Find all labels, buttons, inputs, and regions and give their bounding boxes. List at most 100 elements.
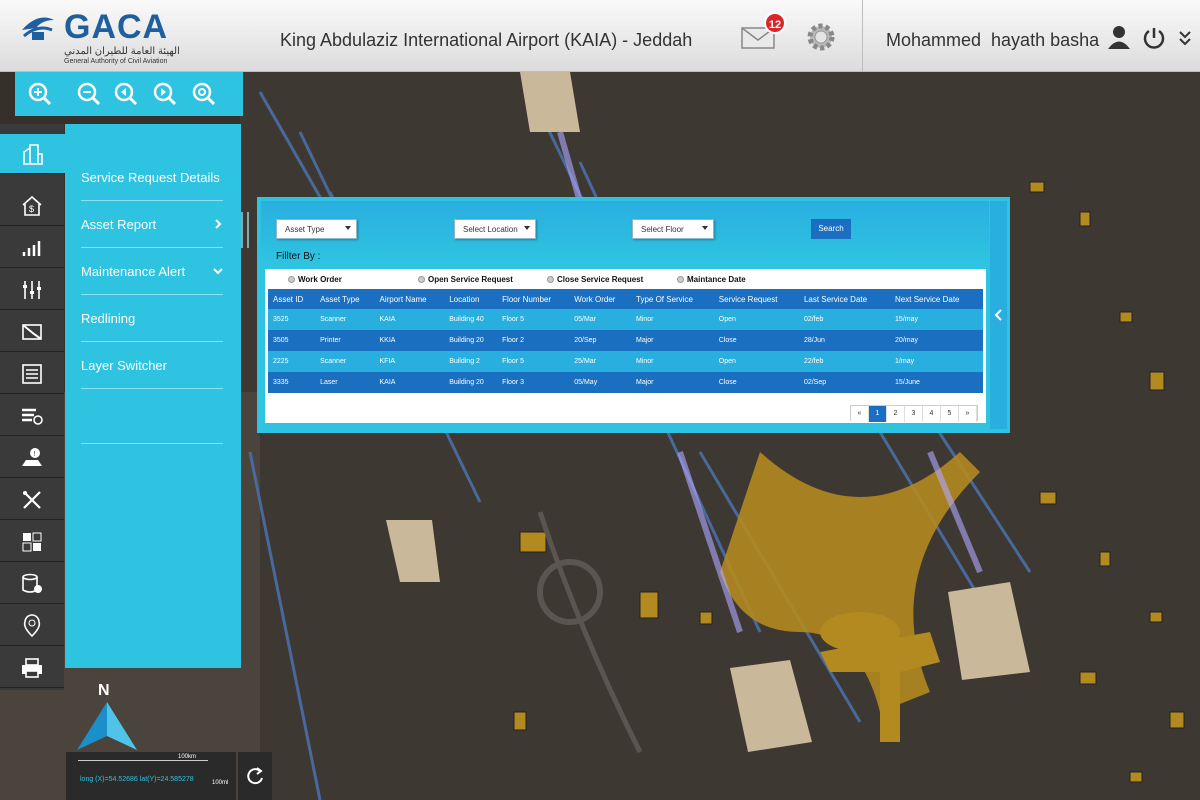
column-header[interactable]: Service Request <box>713 289 799 309</box>
table-cell: KAIA <box>374 372 445 393</box>
page-button-2[interactable]: 2 <box>887 406 905 422</box>
page-button-1[interactable]: 1 <box>869 406 887 422</box>
left-tool-rail: $ ! <box>0 124 66 690</box>
filter-by-label: Fillter By : <box>276 251 321 262</box>
table-cell: Minor <box>631 351 714 372</box>
chart-button[interactable] <box>0 228 64 268</box>
table-cell: 05/Mar <box>569 309 631 330</box>
menu-item-asset-report[interactable]: Asset Report <box>81 202 223 248</box>
radio-close-service-request[interactable]: Close Service Request <box>547 275 643 284</box>
buildings-button[interactable] <box>0 134 66 174</box>
radio-open-service-request[interactable]: Open Service Request <box>418 275 513 284</box>
radio-dot <box>288 276 295 283</box>
user-icon[interactable] <box>1106 24 1132 50</box>
report-button[interactable] <box>0 354 64 394</box>
column-header[interactable]: Last Service Date <box>798 289 891 309</box>
svg-text:!: ! <box>34 451 36 458</box>
menu-item-service-request-details[interactable]: Service Request Details <box>81 155 223 201</box>
menu-item-label: Redlining <box>81 311 136 326</box>
table-cell: KFIA <box>374 351 445 372</box>
svg-text:$: $ <box>29 204 34 214</box>
table-cell: Laser <box>315 372 375 393</box>
column-header[interactable]: Airport Name <box>374 289 445 309</box>
print-button[interactable] <box>0 648 64 688</box>
menu-item-redlining[interactable]: Redlining <box>81 296 223 342</box>
results-table-box: Work Order Open Service Request Close Se… <box>265 269 986 423</box>
page-button-5[interactable]: 5 <box>941 406 959 422</box>
database-button[interactable] <box>0 564 64 604</box>
report-icon <box>22 363 42 384</box>
floor-select[interactable]: Select Floor <box>632 219 714 239</box>
location-pin-icon <box>23 613 41 637</box>
asset-icon: $ <box>22 195 42 216</box>
table-cell: 3525 <box>268 309 316 330</box>
sliders-button[interactable] <box>0 270 64 310</box>
column-header[interactable]: Next Service Date <box>890 289 983 309</box>
table-cell: Open <box>713 309 799 330</box>
table-cell: 2225 <box>268 351 316 372</box>
table-cell: 1/may <box>890 351 983 372</box>
table-row[interactable]: 3525 Scanner KAIA Building 40 Floor 5 05… <box>268 309 983 330</box>
radio-maintance-date[interactable]: Maintance Date <box>677 275 746 284</box>
menu-item-empty <box>81 398 223 444</box>
gear-icon[interactable] <box>804 20 838 54</box>
panel-collapse-button[interactable] <box>990 201 1007 429</box>
caret-down-icon <box>345 226 351 230</box>
asset-button[interactable]: $ <box>0 186 64 226</box>
table-header-row: Asset ID Asset Type Airport Name Locatio… <box>268 289 983 309</box>
menu-item-label: Maintenance Alert <box>81 264 186 279</box>
table-cell: 20/Sep <box>569 330 631 351</box>
page-button-3[interactable]: 3 <box>905 406 923 422</box>
table-row[interactable]: 2225 Scanner KFIA Building 2 Floor 5 25/… <box>268 351 983 372</box>
table-cell: Scanner <box>315 351 375 372</box>
refresh-button[interactable] <box>238 752 272 800</box>
database-icon <box>22 573 42 593</box>
table-cell: 02/feb <box>798 309 891 330</box>
menu-resize-handle[interactable] <box>241 212 249 248</box>
asset-type-select[interactable]: Asset Type <box>276 219 357 239</box>
sliders-icon <box>23 280 41 299</box>
grid-button[interactable] <box>0 522 64 562</box>
menu-item-label: Layer Switcher <box>81 358 167 373</box>
pan-back-icon[interactable] <box>113 81 139 107</box>
page-prev-button[interactable]: « <box>851 406 869 422</box>
refresh-icon <box>247 767 263 785</box>
radio-dot <box>418 276 425 283</box>
chevron-down-icon[interactable] <box>1178 28 1192 48</box>
chart-icon <box>22 240 41 256</box>
search-button[interactable]: Search <box>811 219 851 239</box>
pan-forward-icon[interactable] <box>152 81 178 107</box>
zoom-extent-icon[interactable] <box>191 81 217 107</box>
column-header[interactable]: Work Order <box>569 289 631 309</box>
column-header[interactable]: Type Of Service <box>631 289 714 309</box>
table-row[interactable]: 3505 Printer KKIA Building 20 Floor 2 20… <box>268 330 983 351</box>
page-button-4[interactable]: 4 <box>923 406 941 422</box>
radio-label: Maintance Date <box>687 275 746 284</box>
notification-badge: 12 <box>764 12 786 34</box>
logo-english-text: General Authority of Civil Aviation <box>64 58 168 65</box>
layers-button[interactable] <box>0 396 64 436</box>
radio-work-order[interactable]: Work Order <box>288 275 342 284</box>
airport-title: King Abdulaziz International Airport (KA… <box>280 30 693 50</box>
radio-dot <box>547 276 554 283</box>
location-select[interactable]: Select Location <box>454 219 536 239</box>
tools-button[interactable] <box>0 480 64 520</box>
alert-button[interactable]: ! <box>0 438 64 478</box>
column-header[interactable]: Floor Number <box>497 289 570 309</box>
power-icon[interactable] <box>1142 26 1166 50</box>
table-row[interactable]: 3335 Laser KAIA Building 20 Floor 3 05/M… <box>268 372 983 393</box>
menu-item-layer-switcher[interactable]: Layer Switcher <box>81 343 223 389</box>
table-cell: Floor 5 <box>497 309 570 330</box>
column-header[interactable]: Asset Type <box>315 289 375 309</box>
zoom-in-icon[interactable] <box>27 81 53 107</box>
logo-arabic-text: الهيئة العامة للطيران المدني <box>64 46 180 57</box>
column-header[interactable]: Location <box>444 289 498 309</box>
page-next-button[interactable]: » <box>959 406 977 422</box>
column-header[interactable]: Asset ID <box>268 289 316 309</box>
zoom-out-icon[interactable] <box>76 81 102 107</box>
redline-button[interactable] <box>0 312 64 352</box>
menu-item-maintenance-alert[interactable]: Maintenance Alert <box>81 249 223 295</box>
side-menu: Service Request Details Asset Report Mai… <box>65 124 241 668</box>
location-pin-button[interactable] <box>0 606 64 646</box>
scale-label-top: 100km <box>178 754 197 760</box>
